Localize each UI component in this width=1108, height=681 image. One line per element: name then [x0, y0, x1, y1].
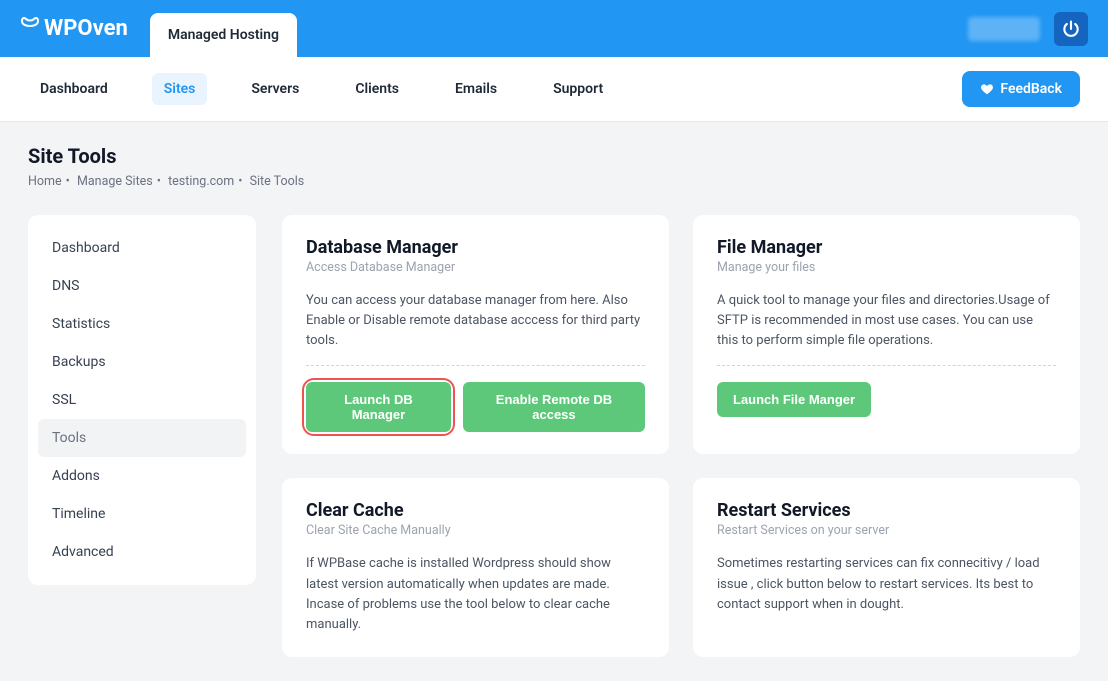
logo-icon [20, 15, 40, 43]
content-grid: Database Manager Access Database Manager… [282, 215, 1080, 657]
sidebar-item-addons[interactable]: Addons [38, 457, 246, 495]
page-title: Site Tools [28, 144, 1080, 168]
launch-db-manager-button[interactable]: Launch DB Manager [306, 382, 451, 432]
sidebar-item-dns[interactable]: DNS [38, 267, 246, 305]
sidebar: Dashboard DNS Statistics Backups SSL Too… [28, 215, 256, 585]
card-title: Clear Cache [306, 500, 645, 521]
sidebar-item-backups[interactable]: Backups [38, 343, 246, 381]
crumb-current: Site Tools [250, 174, 305, 189]
tab-managed-hosting[interactable]: Managed Hosting [150, 13, 297, 57]
card-description: You can access your database manager fro… [306, 291, 645, 351]
top-tab-label: Managed Hosting [168, 27, 279, 43]
card-subtitle: Clear Site Cache Manually [306, 523, 645, 538]
highlight-outline: Launch DB Manager [306, 382, 451, 432]
account-link[interactable] [968, 17, 1040, 41]
card-file-manager: File Manager Manage your files A quick t… [693, 215, 1080, 454]
card-subtitle: Restart Services on your server [717, 523, 1056, 538]
topbar: WPOven Managed Hosting [0, 0, 1108, 57]
card-subtitle: Manage your files [717, 260, 1056, 275]
sidebar-item-tools[interactable]: Tools [38, 419, 246, 457]
page-header: Site Tools Home• Manage Sites• testing.c… [0, 122, 1108, 197]
crumb-manage-sites[interactable]: Manage Sites [77, 174, 153, 189]
breadcrumb: Home• Manage Sites• testing.com• Site To… [28, 174, 1080, 189]
divider [717, 365, 1056, 366]
nav-dashboard[interactable]: Dashboard [28, 73, 120, 105]
nav-emails[interactable]: Emails [443, 73, 509, 105]
nav-clients[interactable]: Clients [343, 73, 411, 105]
card-clear-cache: Clear Cache Clear Site Cache Manually If… [282, 478, 669, 657]
sidebar-item-advanced[interactable]: Advanced [38, 533, 246, 571]
card-description: If WPBase cache is installed Wordpress s… [306, 554, 645, 635]
nav-support[interactable]: Support [541, 73, 615, 105]
launch-file-manager-button[interactable]: Launch File Manger [717, 382, 871, 417]
nav-sites[interactable]: Sites [152, 73, 208, 105]
card-title: Restart Services [717, 500, 1056, 521]
card-description: Sometimes restarting services can fix co… [717, 554, 1056, 614]
main-area: Dashboard DNS Statistics Backups SSL Too… [0, 197, 1108, 681]
crumb-site[interactable]: testing.com [168, 174, 234, 189]
card-title: File Manager [717, 237, 1056, 258]
feedback-label: FeedBack [1000, 81, 1062, 97]
card-database-manager: Database Manager Access Database Manager… [282, 215, 669, 454]
card-subtitle: Access Database Manager [306, 260, 645, 275]
crumb-home[interactable]: Home [28, 174, 62, 189]
card-description: A quick tool to manage your files and di… [717, 291, 1056, 351]
sidebar-item-ssl[interactable]: SSL [38, 381, 246, 419]
feedback-button[interactable]: FeedBack [962, 71, 1080, 107]
power-icon [1061, 19, 1081, 39]
divider [306, 365, 645, 366]
enable-remote-db-button[interactable]: Enable Remote DB access [463, 382, 645, 432]
heart-icon [980, 82, 994, 96]
main-nav: Dashboard Sites Servers Clients Emails S… [0, 57, 1108, 122]
brand-text: WPOven [44, 16, 128, 41]
logo[interactable]: WPOven [20, 15, 128, 43]
sidebar-item-timeline[interactable]: Timeline [38, 495, 246, 533]
sidebar-item-dashboard[interactable]: Dashboard [38, 229, 246, 267]
power-button[interactable] [1054, 12, 1088, 46]
card-restart-services: Restart Services Restart Services on you… [693, 478, 1080, 657]
nav-servers[interactable]: Servers [239, 73, 311, 105]
card-title: Database Manager [306, 237, 645, 258]
sidebar-item-statistics[interactable]: Statistics [38, 305, 246, 343]
